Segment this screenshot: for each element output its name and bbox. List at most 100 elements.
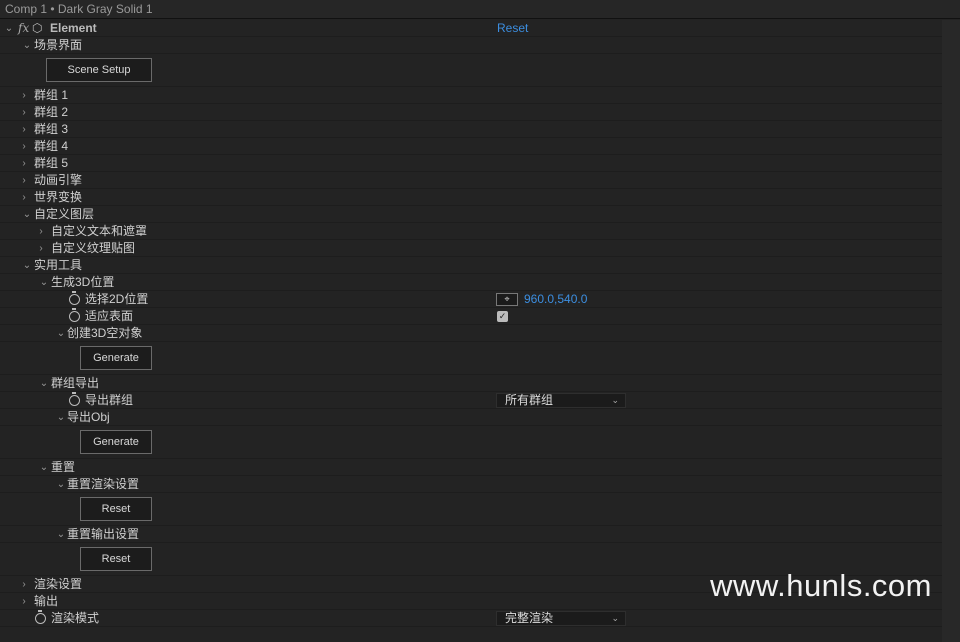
reset-render-button[interactable]: Reset bbox=[80, 497, 152, 521]
group-label: 渲染设置 bbox=[34, 577, 83, 591]
group-label: 创建3D空对象 bbox=[67, 326, 143, 340]
group-2[interactable]: › 群组 2 bbox=[0, 104, 942, 121]
group-reset[interactable]: ⌄ 重置 bbox=[0, 459, 942, 476]
fx-icon[interactable]: fx bbox=[18, 20, 29, 37]
group-reset-render[interactable]: ⌄ 重置渲染设置 bbox=[0, 476, 942, 493]
effect-header-row: ⌄ fx ⬡ Element Reset bbox=[0, 20, 942, 37]
chevron-down-icon[interactable]: ⌄ bbox=[22, 206, 32, 223]
effect-controls-panel: ⌄ fx ⬡ Element Reset ⌄ 场景界面 Scene Setup ›… bbox=[0, 20, 942, 627]
chevron-right-icon[interactable]: › bbox=[19, 87, 29, 104]
point-value[interactable]: 960.0,540.0 bbox=[524, 291, 587, 308]
chevron-down-icon[interactable]: ⌄ bbox=[22, 37, 32, 54]
chevron-right-icon[interactable]: › bbox=[19, 189, 29, 206]
param-export-group: 导出群组 所有群组 ⌄ bbox=[0, 392, 942, 409]
chevron-down-icon[interactable]: ⌄ bbox=[56, 476, 66, 493]
group-5[interactable]: › 群组 5 bbox=[0, 155, 942, 172]
chevron-right-icon[interactable]: › bbox=[19, 576, 29, 593]
chevron-down-icon[interactable]: ⌄ bbox=[39, 274, 49, 291]
dropdown-value: 完整渲染 bbox=[505, 611, 554, 625]
param-fit-surface: 适应表面 ✓ bbox=[0, 308, 942, 325]
chevron-down-icon[interactable]: ⌄ bbox=[56, 526, 66, 543]
chevron-down-icon[interactable]: ⌄ bbox=[39, 459, 49, 476]
group-label: 生成3D位置 bbox=[51, 275, 115, 289]
panel-title: Comp 1 • Dark Gray Solid 1 bbox=[0, 0, 960, 19]
group-custom-layers[interactable]: ⌄ 自定义图层 bbox=[0, 206, 942, 223]
group-4[interactable]: › 群组 4 bbox=[0, 138, 942, 155]
stopwatch-icon[interactable] bbox=[69, 291, 80, 305]
group-label: 实用工具 bbox=[34, 258, 83, 272]
group-world-transform[interactable]: › 世界变换 bbox=[0, 189, 942, 206]
group-label: 导出Obj bbox=[67, 410, 110, 424]
group-label: 自定义文本和遮罩 bbox=[51, 224, 148, 238]
chevron-right-icon[interactable]: › bbox=[36, 223, 46, 240]
reset-link[interactable]: Reset bbox=[497, 20, 528, 37]
group-gen3d[interactable]: ⌄ 生成3D位置 bbox=[0, 274, 942, 291]
group-label: 重置输出设置 bbox=[67, 527, 140, 541]
group-label: 动画引擎 bbox=[34, 173, 83, 187]
group-label: 场景界面 bbox=[34, 38, 83, 52]
group-animation-engine[interactable]: › 动画引擎 bbox=[0, 172, 942, 189]
group-reset-output[interactable]: ⌄ 重置输出设置 bbox=[0, 526, 942, 543]
button-row: Generate bbox=[0, 342, 942, 375]
button-row: Scene Setup bbox=[0, 54, 942, 87]
group-label: 自定义纹理贴图 bbox=[51, 241, 136, 255]
chevron-down-icon: ⌄ bbox=[611, 395, 619, 405]
crosshair-icon[interactable]: ⌖ bbox=[496, 293, 518, 306]
param-label: 渲染模式 bbox=[51, 611, 100, 625]
group-export[interactable]: ⌄ 群组导出 bbox=[0, 375, 942, 392]
group-utilities[interactable]: ⌄ 实用工具 bbox=[0, 257, 942, 274]
chevron-down-icon: ⌄ bbox=[611, 613, 619, 623]
group-label: 群组 5 bbox=[34, 156, 69, 170]
fit-surface-checkbox[interactable]: ✓ bbox=[497, 311, 508, 322]
group-label: 群组 1 bbox=[34, 88, 69, 102]
stopwatch-icon[interactable] bbox=[69, 308, 80, 322]
chevron-down-icon[interactable]: ⌄ bbox=[22, 257, 32, 274]
param-pick-2d: 选择2D位置 ⌖ 960.0,540.0 bbox=[0, 291, 942, 308]
group-3[interactable]: › 群组 3 bbox=[0, 121, 942, 138]
group-custom-texture[interactable]: › 自定义纹理贴图 bbox=[0, 240, 942, 257]
chevron-right-icon[interactable]: › bbox=[19, 155, 29, 172]
group-label: 自定义图层 bbox=[34, 207, 95, 221]
param-render-mode: 渲染模式 完整渲染 ⌄ bbox=[0, 610, 942, 627]
generate-obj-button[interactable]: Generate bbox=[80, 430, 152, 454]
chevron-down-icon[interactable]: ⌄ bbox=[56, 325, 66, 342]
chevron-right-icon[interactable]: › bbox=[19, 138, 29, 155]
button-row: Reset bbox=[0, 493, 942, 526]
group-export-obj[interactable]: ⌄ 导出Obj bbox=[0, 409, 942, 426]
group-label: 群组导出 bbox=[51, 376, 100, 390]
reset-output-button[interactable]: Reset bbox=[80, 547, 152, 571]
group-create-null[interactable]: ⌄ 创建3D空对象 bbox=[0, 325, 942, 342]
group-1[interactable]: › 群组 1 bbox=[0, 87, 942, 104]
render-mode-dropdown[interactable]: 完整渲染 ⌄ bbox=[496, 611, 626, 626]
effect-name: Element bbox=[50, 21, 97, 35]
stopwatch-icon[interactable] bbox=[69, 392, 80, 406]
generate-null-button[interactable]: Generate bbox=[80, 346, 152, 370]
group-label: 重置 bbox=[51, 460, 76, 474]
param-label: 导出群组 bbox=[85, 393, 134, 407]
chevron-right-icon[interactable]: › bbox=[19, 172, 29, 189]
group-label: 群组 4 bbox=[34, 139, 69, 153]
scene-setup-button[interactable]: Scene Setup bbox=[46, 58, 152, 82]
group-label: 世界变换 bbox=[34, 190, 83, 204]
scrollbar[interactable] bbox=[942, 20, 960, 642]
group-label: 重置渲染设置 bbox=[67, 477, 140, 491]
chevron-right-icon[interactable]: › bbox=[36, 240, 46, 257]
group-label: 群组 3 bbox=[34, 122, 69, 136]
chevron-down-icon[interactable]: ⌄ bbox=[39, 375, 49, 392]
chevron-down-icon[interactable]: ⌄ bbox=[56, 409, 66, 426]
cube-icon: ⬡ bbox=[32, 21, 43, 35]
group-label: 输出 bbox=[34, 594, 59, 608]
group-label: 群组 2 bbox=[34, 105, 69, 119]
group-scene[interactable]: ⌄ 场景界面 bbox=[0, 37, 942, 54]
group-custom-text-mask[interactable]: › 自定义文本和遮罩 bbox=[0, 223, 942, 240]
chevron-right-icon[interactable]: › bbox=[19, 104, 29, 121]
export-group-dropdown[interactable]: 所有群组 ⌄ bbox=[496, 393, 626, 408]
stopwatch-icon[interactable] bbox=[35, 610, 46, 624]
chevron-down-icon[interactable]: ⌄ bbox=[4, 20, 14, 37]
dropdown-value: 所有群组 bbox=[505, 393, 554, 407]
param-label: 适应表面 bbox=[85, 309, 134, 323]
chevron-right-icon[interactable]: › bbox=[19, 121, 29, 138]
button-row: Generate bbox=[0, 426, 942, 459]
chevron-right-icon[interactable]: › bbox=[19, 593, 29, 610]
param-label: 选择2D位置 bbox=[85, 292, 149, 306]
